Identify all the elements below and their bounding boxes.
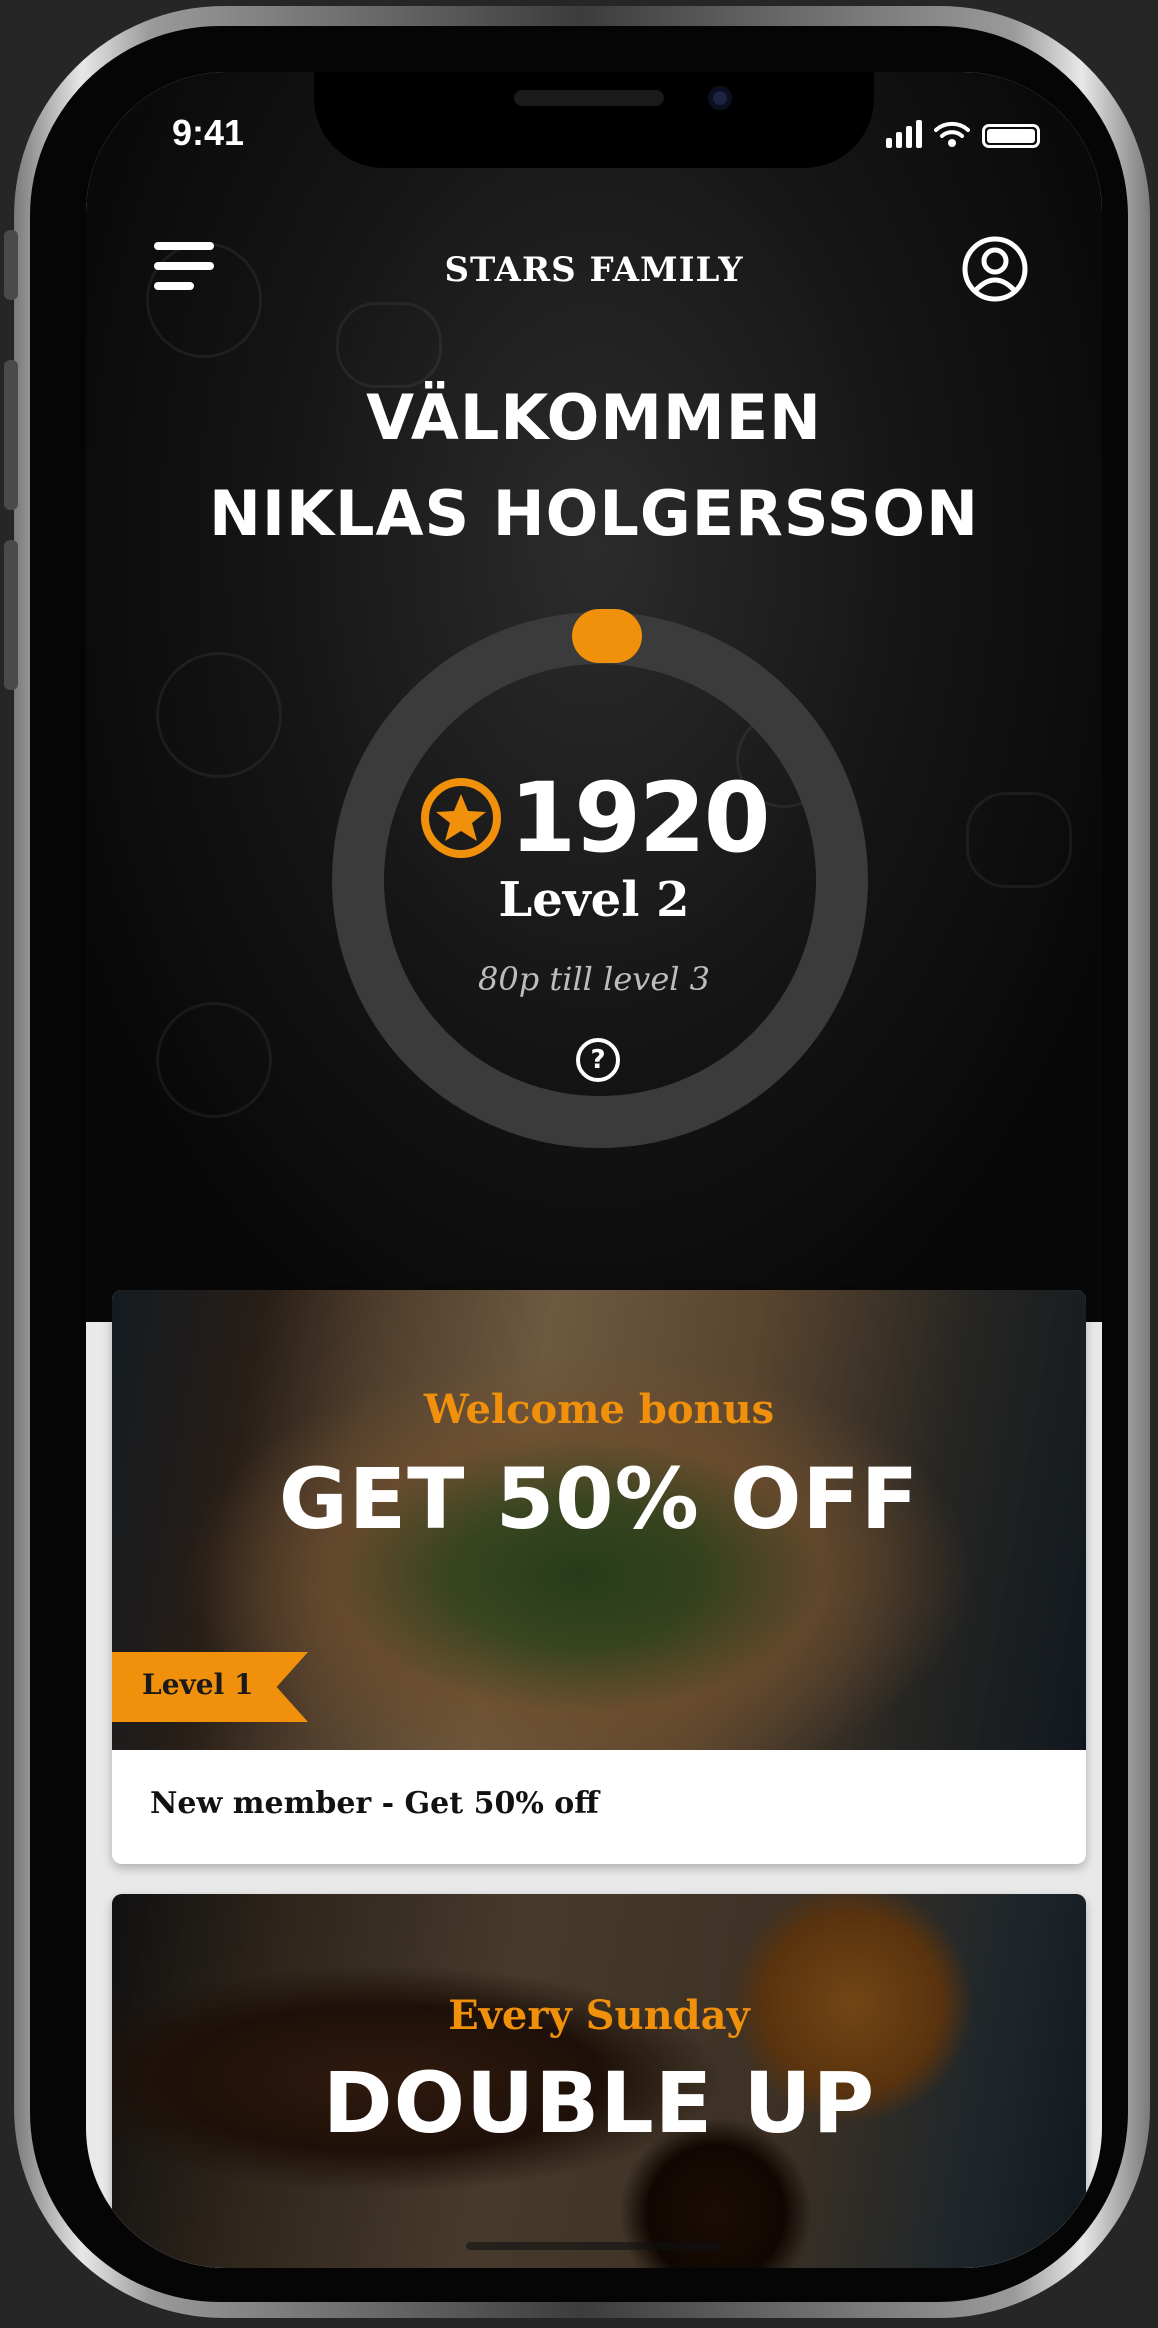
signal-icon xyxy=(886,120,922,148)
level-tag-label: Level 1 xyxy=(142,1668,254,1701)
doodle-target-icon xyxy=(156,1002,272,1118)
offer-subtitle: Welcome bonus xyxy=(423,1386,775,1433)
help-icon[interactable]: ? xyxy=(576,1038,620,1082)
wifi-icon xyxy=(934,121,970,147)
next-level-text: 80p till level 3 xyxy=(477,960,711,998)
mute-switch xyxy=(4,230,18,300)
offer-image: Welcome bonus GET 50% OFF Level 1 xyxy=(112,1290,1086,1750)
offer-subtitle: Every Sunday xyxy=(448,1992,750,2039)
hero-section: 9:41 STARS FAMILY VÄLKOMMEN NIKLAS HOLGE… xyxy=(86,72,1102,1322)
welcome-heading: VÄLKOMMEN NIKLAS HOLGERSSON xyxy=(86,370,1102,562)
battery-icon xyxy=(982,124,1040,148)
progress-ring-knob xyxy=(572,609,642,663)
offer-image: Every Sunday DOUBLE UP xyxy=(112,1894,1086,2268)
offer-headline: GET 50% OFF xyxy=(278,1450,920,1548)
volume-down-button xyxy=(4,540,18,690)
offer-description: New member - Get 50% off xyxy=(150,1786,599,1821)
home-indicator xyxy=(466,2242,722,2250)
status-icons xyxy=(886,120,1040,148)
star-coin-icon xyxy=(421,778,502,858)
user-name: NIKLAS HOLGERSSON xyxy=(209,477,979,550)
volume-up-button xyxy=(4,360,18,510)
app-title: STARS FAMILY xyxy=(444,250,744,290)
offer-card[interactable]: Welcome bonus GET 50% OFF Level 1 New me… xyxy=(112,1290,1086,1864)
offer-card[interactable]: Every Sunday DOUBLE UP xyxy=(112,1894,1086,2268)
offer-headline: DOUBLE UP xyxy=(322,2054,876,2152)
points-row: 1920 xyxy=(86,768,1102,868)
offer-footer: New member - Get 50% off xyxy=(112,1750,1086,1864)
doodle-target-icon xyxy=(156,652,282,778)
app-screen: 9:41 STARS FAMILY VÄLKOMMEN NIKLAS HOLGE… xyxy=(86,72,1102,2268)
status-bar: 9:41 xyxy=(86,72,1102,192)
status-time: 9:41 xyxy=(172,112,245,153)
current-level: Level 2 xyxy=(498,872,690,928)
profile-icon[interactable] xyxy=(962,236,1028,302)
welcome-line: VÄLKOMMEN xyxy=(366,381,822,454)
points-value: 1920 xyxy=(509,762,770,874)
